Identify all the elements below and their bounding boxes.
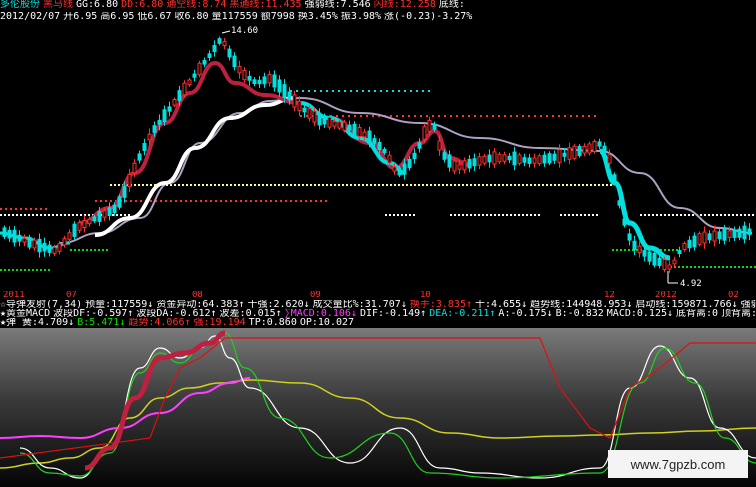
- site-watermark: www.7gpzb.com: [608, 450, 748, 478]
- title-field-5: 黑通线:11.435: [229, 0, 302, 10]
- spring-value-0: ★弹 簧:4.709↓: [0, 318, 75, 328]
- stock-title-row: 多伦股份 黑马线 GG:6.80 DD:6.80 通空线:8.74 黑通线:11.435 强…: [0, 0, 756, 11]
- date-label-1: 07: [66, 291, 77, 300]
- indicator-row-spring: ★弹 簧:4.709↓ B:5.471↓ 趋势:4.066↑ 强:19.194 TP:0…: [0, 318, 756, 328]
- low-price-label: 4.92: [680, 279, 702, 289]
- price-field-1: 开6.95: [63, 12, 98, 22]
- title-field-0: 多伦股份: [0, 0, 40, 10]
- spring-value-2: 趋势:4.066↑: [128, 318, 191, 328]
- date-label-7: 02: [728, 291, 739, 300]
- price-field-2: 高6.95: [100, 12, 135, 22]
- title-field-4: 通空线:8.74: [166, 0, 227, 10]
- spring-value-3: 强:19.194: [193, 318, 246, 328]
- title-field-6: 强弱线:7.546: [304, 0, 371, 10]
- price-field-9: 涨(-0.23)-3.27%: [384, 12, 473, 22]
- price-field-4: 收6.80: [174, 12, 209, 22]
- price-field-8: 振3.98%: [340, 12, 382, 22]
- title-field-3: DD:6.80: [121, 0, 164, 10]
- date-label-5: 12: [604, 291, 615, 300]
- price-field-3: 低6.67: [137, 12, 172, 22]
- date-label-3: 09: [310, 291, 321, 300]
- date-label-4: 10: [420, 291, 431, 300]
- spring-value-1: B:5.471↓: [77, 318, 126, 328]
- title-field-7: 闪线:12.258: [373, 0, 436, 10]
- candlestick-chart[interactable]: 14.60 4.92: [0, 23, 756, 291]
- price-field-6: 额7998: [260, 12, 295, 22]
- price-info-row: 2012/02/07 开6.95 高6.95 低6.67 收6.80 量117559 额79…: [0, 12, 756, 23]
- spring-value-4: TP:0.860: [248, 318, 297, 328]
- date-label-2: 08: [192, 291, 203, 300]
- high-price-label: 14.60: [231, 26, 258, 36]
- price-field-0: 2012/02/07: [0, 12, 61, 22]
- title-field-1: 黑马线: [43, 0, 73, 10]
- price-field-5: 量117559: [211, 12, 258, 22]
- title-field-2: GG:6.80: [76, 0, 119, 10]
- title-field-8: 底线:: [438, 0, 465, 10]
- spring-value-5: OP:10.027: [299, 318, 355, 328]
- date-label-6: 2012: [655, 291, 677, 300]
- high-marker: [221, 30, 231, 34]
- date-label-0: 2011: [3, 291, 25, 300]
- price-field-7: 换3.45%: [297, 12, 338, 22]
